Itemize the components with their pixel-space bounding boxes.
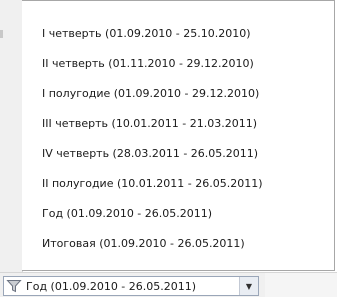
filter-icon: [6, 280, 22, 293]
period-option[interactable]: III четверть (10.01.2011 - 21.03.2011): [22, 109, 334, 139]
panel-edge-marker: [0, 30, 3, 38]
period-option[interactable]: IV четверть (28.03.2011 - 26.05.2011): [22, 139, 334, 169]
period-option[interactable]: Год (01.09.2010 - 26.05.2011): [22, 199, 334, 229]
period-dropdown-menu: I четверть (01.09.2010 - 25.10.2010) II …: [22, 0, 335, 271]
period-option[interactable]: II полугодие (10.01.2011 - 26.05.2011): [22, 169, 334, 199]
left-panel-edge: [0, 0, 23, 272]
bottom-toolbar: Год (01.09.2010 - 26.05.2011) ▼: [0, 272, 337, 297]
period-filter-value: Год (01.09.2010 - 26.05.2011): [26, 279, 197, 293]
period-option[interactable]: I четверть (01.09.2010 - 25.10.2010): [22, 19, 334, 49]
period-option[interactable]: Итоговая (01.09.2010 - 26.05.2011): [22, 229, 334, 259]
period-option[interactable]: II четверть (01.11.2010 - 29.12.2010): [22, 49, 334, 79]
dropdown-toggle-button[interactable]: ▼: [239, 277, 258, 295]
chevron-down-icon: ▼: [245, 281, 253, 291]
period-filter-combobox[interactable]: Год (01.09.2010 - 26.05.2011) ▼: [3, 276, 259, 296]
period-option[interactable]: I полугодие (01.09.2010 - 29.12.2010): [22, 79, 334, 109]
toolbar-empty-area: [265, 273, 337, 297]
